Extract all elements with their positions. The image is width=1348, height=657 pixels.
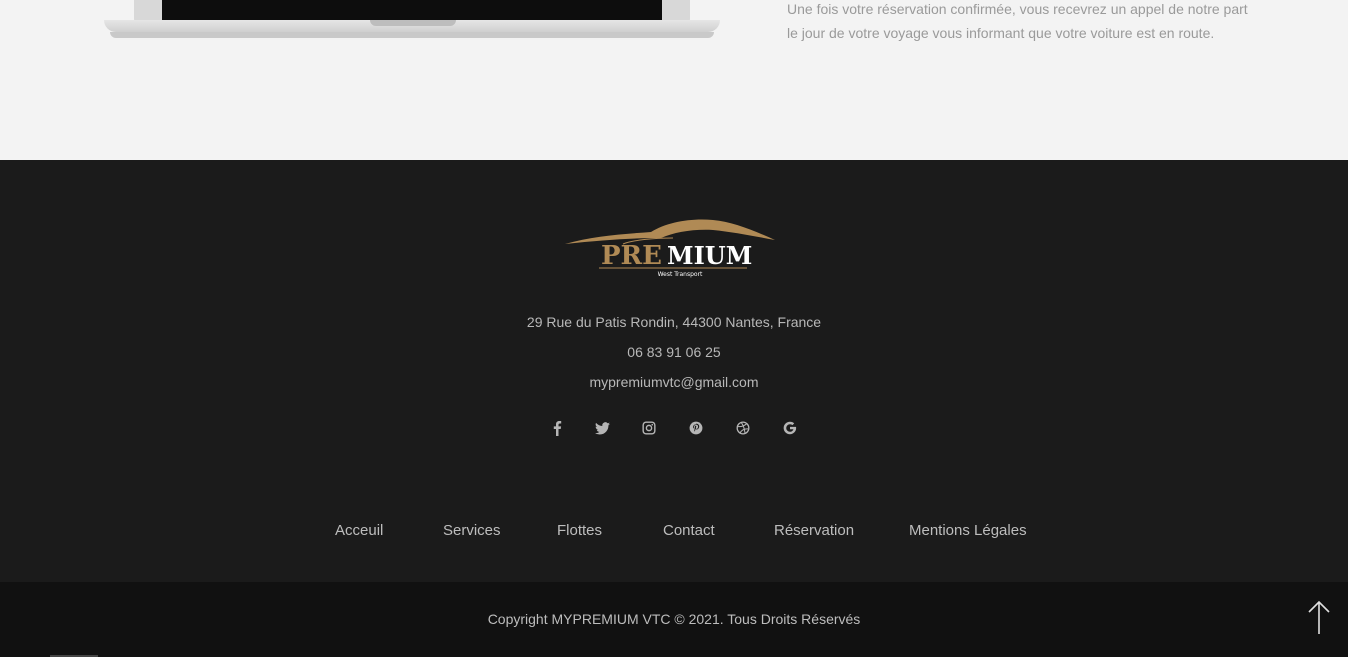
laptop-notch <box>370 20 456 26</box>
nav-link-services[interactable]: Services <box>443 522 501 539</box>
dribbble-icon[interactable] <box>732 417 754 439</box>
logo-tagline: West Transport <box>658 271 703 278</box>
copyright-bar: Copyright MYPREMIUM VTC © 2021. Tous Dro… <box>0 582 1348 657</box>
footer-email[interactable]: mypremiumvtc@gmail.com <box>0 374 1348 390</box>
facebook-icon[interactable] <box>546 417 568 439</box>
laptop-screen <box>162 0 662 20</box>
copyright-text: Copyright MYPREMIUM VTC © 2021. Tous Dro… <box>487 611 861 627</box>
nav-link-contact[interactable]: Contact <box>663 522 715 539</box>
logo-brand-rest: MIUM <box>667 241 752 270</box>
social-links <box>544 417 804 439</box>
arrow-up-icon[interactable] <box>1303 600 1335 636</box>
laptop-image <box>104 0 720 40</box>
twitter-icon[interactable] <box>591 417 613 439</box>
pinterest-icon[interactable] <box>685 417 707 439</box>
how-it-works-section: Une fois votre réservation confirmée, vo… <box>0 0 1348 160</box>
footer-address: 29 Rue du Patis Rondin, 44300 Nantes, Fr… <box>526 314 822 330</box>
premium-logo[interactable]: PRE MIUM West Transport <box>563 216 777 280</box>
step-description: Une fois votre réservation confirmée, vo… <box>787 1 1248 41</box>
nav-link-mentions-legales[interactable]: Mentions Légales <box>909 522 1027 539</box>
logo-brand-pre: PRE <box>601 241 662 271</box>
laptop-shadow <box>110 32 714 38</box>
footer-phone[interactable]: 06 83 91 06 25 <box>0 344 1348 360</box>
nav-link-reservation[interactable]: Réservation <box>774 522 854 539</box>
google-icon[interactable] <box>779 417 801 439</box>
nav-link-flottes[interactable]: Flottes <box>557 522 602 539</box>
nav-link-acceuil[interactable]: Acceuil <box>335 522 383 539</box>
instagram-icon[interactable] <box>638 417 660 439</box>
site-footer: PRE MIUM West Transport 29 Rue du Patis … <box>0 160 1348 582</box>
